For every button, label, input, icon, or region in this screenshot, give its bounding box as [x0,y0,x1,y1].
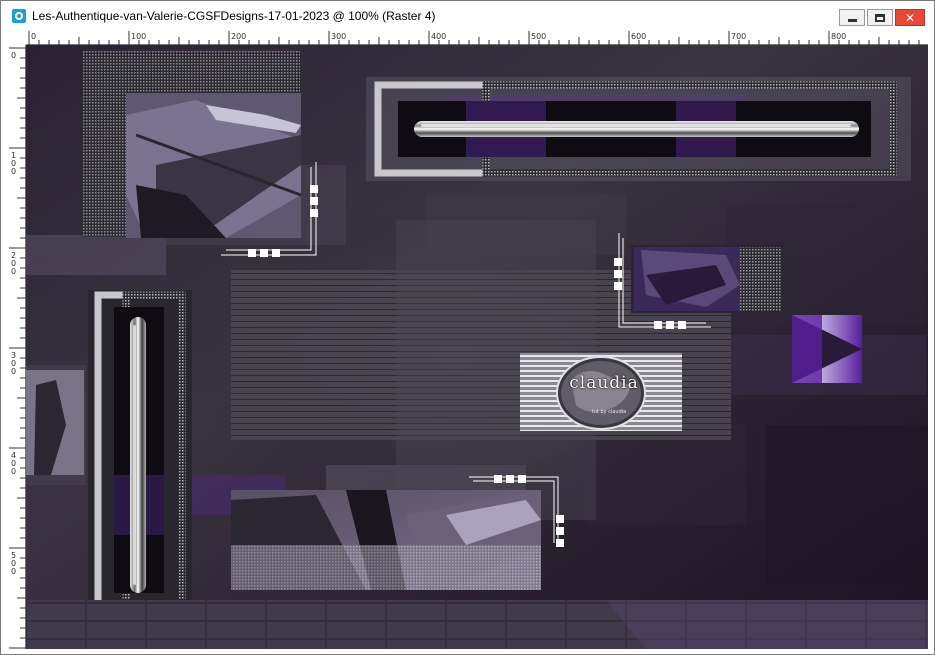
window-bottom-edge [2,649,933,654]
watermark-subtext: tut by claudia [591,409,627,415]
ruler-label: 0 [11,267,16,276]
ruler-label: 0 [11,51,16,60]
ruler-label: 0 [31,32,36,41]
close-button[interactable]: ✕ [895,9,925,26]
ruler-label: 600 [631,32,646,41]
ruler-label: 700 [731,32,746,41]
window-title: Les-Authentique-van-Valerie-CGSFDesigns-… [32,9,436,23]
ruler-label: 0 [11,367,16,376]
ruler-label: 300 [331,32,346,41]
watermark-logo: claudia [569,373,639,393]
horizontal-ruler-ticks: 0 100 200 300 400 500 600 700 800 [28,31,920,45]
minimize-button[interactable] [839,9,865,26]
vertical-ruler[interactable]: 0100200300400500 [9,45,26,649]
vertical-ruler-ticks: 0100200300400500 [9,47,26,649]
ruler-label: 0 [11,467,16,476]
ruler-label: 0 [11,567,16,576]
horizontal-ruler[interactable]: 0 100 200 300 400 500 600 700 800 [26,31,928,45]
ruler-label: 100 [131,32,146,41]
artwork [26,45,928,649]
ruler-label: 800 [831,32,846,41]
maximize-button[interactable] [867,9,893,26]
paintshop-icon [12,9,26,23]
ruler-label: 400 [431,32,446,41]
app-window: Les-Authentique-van-Valerie-CGSFDesigns-… [0,0,935,655]
ruler-label: 500 [531,32,546,41]
ruler-label: 200 [231,32,246,41]
image-canvas[interactable]: claudia tut by claudia [26,45,928,649]
close-icon: ✕ [904,10,916,25]
window-controls: ✕ [839,9,925,26]
title-bar[interactable]: Les-Authentique-van-Valerie-CGSFDesigns-… [2,2,933,30]
maximize-icon [875,13,885,22]
ruler-label: 0 [11,167,16,176]
minimize-icon [847,18,857,22]
